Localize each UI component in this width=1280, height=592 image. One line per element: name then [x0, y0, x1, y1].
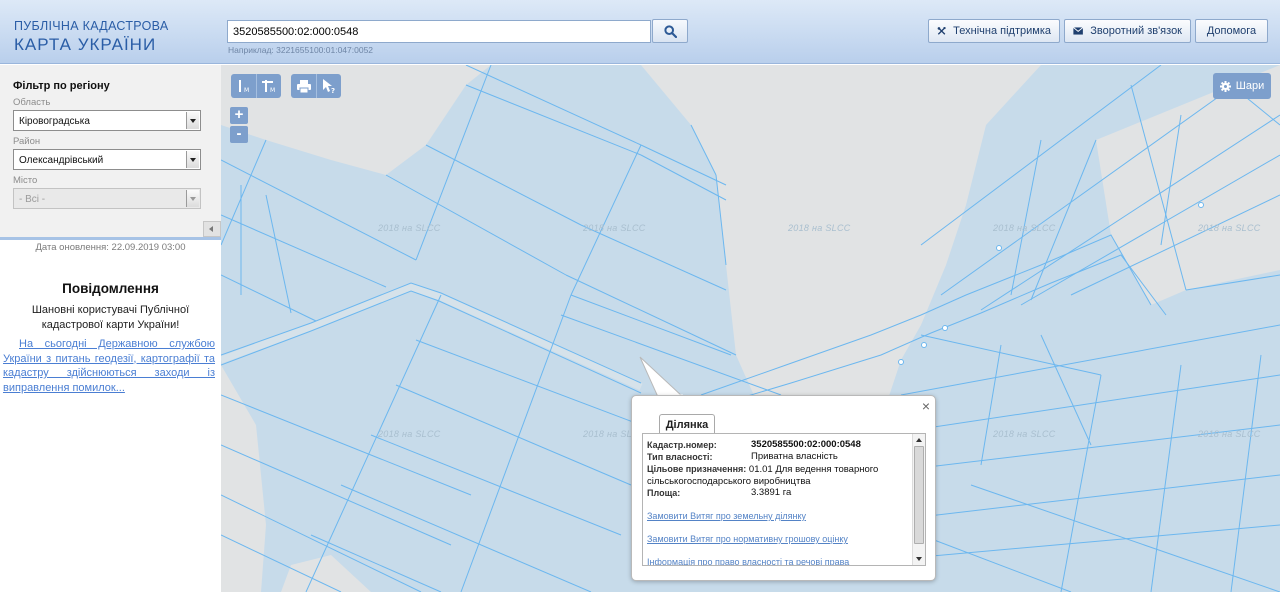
help-label: Допомога	[1206, 25, 1257, 37]
notice-link[interactable]: На сьогодні Державною службою України з …	[3, 337, 215, 395]
scroll-thumb[interactable]	[914, 446, 924, 544]
collapse-panel-button[interactable]	[203, 221, 221, 237]
site-logo[interactable]: ПУБЛІЧНА КАДАСТРОВА КАРТА УКРАЇНИ	[14, 20, 169, 53]
city-value: - Всі -	[19, 194, 46, 205]
zoom-out-button[interactable]: -	[230, 126, 248, 143]
scroll-up-arrow[interactable]	[913, 434, 925, 445]
city-label: Місто	[13, 175, 38, 186]
chevron-down-icon	[186, 190, 199, 207]
cursor-question-icon: ?	[323, 79, 335, 94]
tools-icon	[937, 27, 946, 35]
watermark: 2018 на SLCC	[378, 223, 441, 233]
search-example: Наприклад: 3221655100:01:047:0052	[228, 45, 374, 55]
header: ПУБЛІЧНА КАДАСТРОВА КАРТА УКРАЇНИ Наприк…	[0, 0, 1280, 64]
svg-text:M: M	[270, 87, 275, 94]
order-extract-link[interactable]: Замовити Витяг про земельну ділянку	[647, 511, 806, 521]
oblast-select[interactable]: Кіровоградська	[13, 110, 201, 131]
feedback-label: Зворотний зв'язок	[1090, 25, 1182, 37]
popup-tail	[639, 356, 685, 398]
tab-parcel[interactable]: Ділянка	[659, 414, 715, 434]
left-panel: Фільтр по регіону Область Кіровоградська…	[0, 65, 221, 592]
watermark: 2018 на SLCC	[993, 223, 1056, 233]
feedback-button[interactable]: Зворотний зв'язок	[1064, 19, 1191, 43]
watermark: 2018 на SLCC	[583, 223, 646, 233]
popup-scrollbar[interactable]	[912, 434, 925, 565]
search-input[interactable]	[227, 20, 651, 43]
notice-title: Повідомлення	[62, 281, 159, 296]
measure-length-button[interactable]: M	[231, 74, 256, 98]
map-canvas[interactable]: 2018 на SLCC 2018 на SLCC 2018 на SLCC 2…	[221, 65, 1280, 592]
purpose-label: Цільове призначення:	[647, 464, 747, 474]
popup-body: Кадастр.номер: 3520585500:02:000:0548 Ти…	[642, 433, 926, 566]
search-button[interactable]	[652, 19, 688, 43]
svg-text:M: M	[244, 87, 249, 94]
parcel-popup: × Ділянка Кадастр.номер: 3520585500:02:0…	[631, 395, 936, 581]
watermark: 2018 на SLCC	[1198, 429, 1261, 439]
envelope-icon	[1073, 27, 1084, 35]
identify-button[interactable]: ?	[316, 74, 341, 98]
watermark: 2018 на SLCC	[1198, 223, 1261, 233]
notice-text: Шановні користувачі Публічної кадастрово…	[31, 304, 190, 331]
update-date: Дата оновлення: 22.09.2019 03:00	[35, 242, 186, 253]
oblast-value: Кіровоградська	[19, 116, 90, 127]
logo-line2: КАРТА УКРАЇНИ	[14, 34, 157, 54]
print-button[interactable]	[291, 74, 316, 98]
measure-tools: M M	[231, 74, 281, 98]
zoom-in-button[interactable]: +	[230, 107, 248, 124]
scroll-down-arrow[interactable]	[913, 554, 925, 565]
rayon-label: Район	[13, 136, 41, 147]
cadastral-label: Кадастр.номер:	[647, 440, 717, 450]
cadastral-value: 3520585500:02:000:0548	[751, 439, 861, 450]
measure-area-button[interactable]: M	[256, 74, 281, 98]
watermark: 2018 на SLCC	[993, 429, 1056, 439]
logo-line1: ПУБЛІЧНА КАДАСТРОВА	[14, 19, 169, 33]
help-button[interactable]: Допомога	[1195, 19, 1268, 43]
area-row: Площа: 3.3891 га	[647, 487, 791, 500]
layers-button[interactable]: Шари	[1213, 73, 1271, 99]
ruler-icon: M	[238, 80, 249, 94]
ownership-info-link[interactable]: Інформація про право власності та речові…	[647, 557, 849, 565]
filter-title: Фільтр по регіону	[13, 80, 110, 92]
misc-tools: ?	[291, 74, 341, 98]
city-select: - Всі -	[13, 188, 201, 209]
ownership-label: Тип власності:	[647, 452, 713, 462]
order-valuation-link[interactable]: Замовити Витяг про нормативну грошову оц…	[647, 534, 848, 544]
rayon-value: Олександрівський	[19, 155, 104, 166]
area-ruler-icon: M	[262, 80, 275, 94]
printer-icon	[296, 79, 311, 93]
layers-label: Шари	[1235, 80, 1265, 92]
chevron-down-icon[interactable]	[186, 112, 199, 129]
close-icon[interactable]: ×	[922, 398, 930, 414]
watermark: 2018 на SLCC	[378, 429, 441, 439]
area-value: 3.3891 га	[751, 487, 792, 498]
search-icon	[664, 25, 677, 38]
gear-icon	[1219, 80, 1231, 92]
area-label: Площа:	[647, 488, 681, 498]
chevron-down-icon[interactable]	[186, 151, 199, 168]
oblast-label: Область	[13, 97, 51, 108]
support-label: Технічна підтримка	[953, 25, 1051, 37]
ownership-value: Приватна власність	[751, 451, 838, 462]
rayon-select[interactable]: Олександрівський	[13, 149, 201, 170]
purpose-row: Цільове призначення: 01.01 Для ведення т…	[647, 463, 907, 488]
watermark: 2018 на SLCC	[788, 223, 851, 233]
svg-text:?: ?	[331, 87, 335, 94]
support-button[interactable]: Технічна підтримка	[928, 19, 1060, 43]
region-filter: Фільтр по регіону Область Кіровоградська…	[0, 65, 221, 240]
